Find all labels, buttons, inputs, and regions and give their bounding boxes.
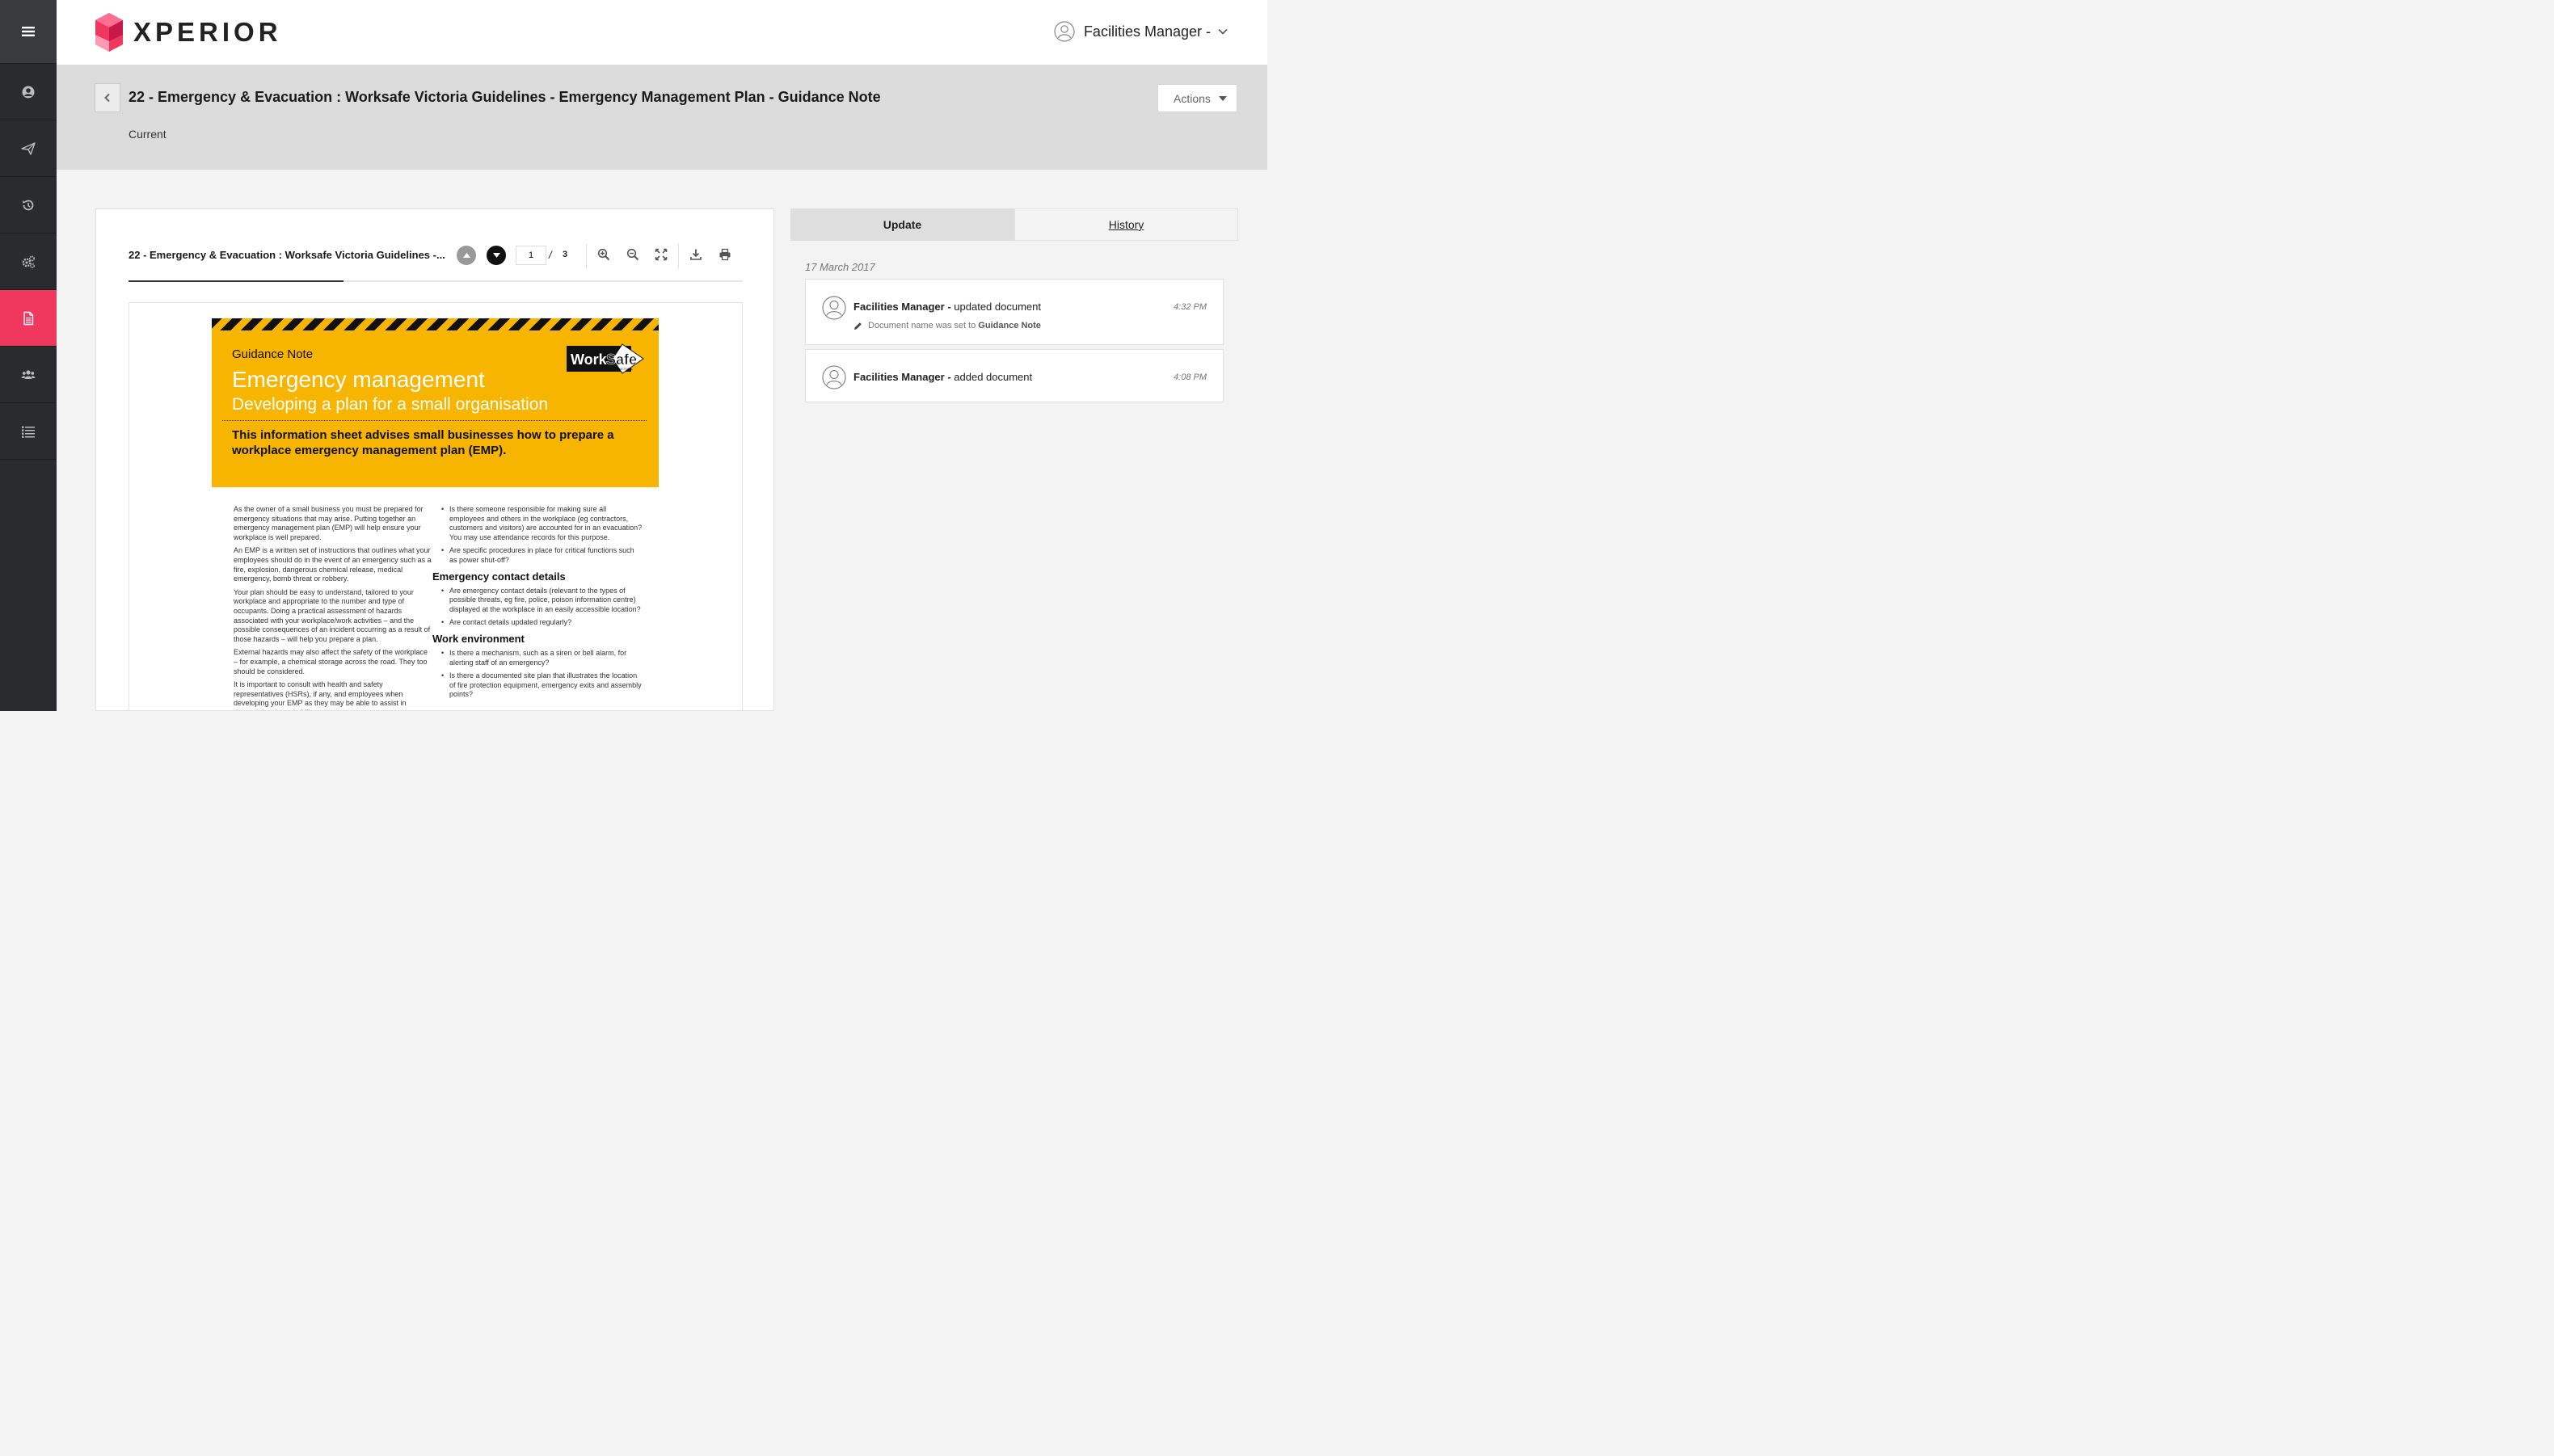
sidebar-item-people[interactable] — [0, 347, 57, 403]
history-detail-value: Guidance Note — [978, 321, 1041, 330]
document-viewer: 22 - Emergency & Evacuation : Worksafe V… — [95, 208, 774, 711]
brand-name: XPERIOR — [133, 17, 282, 47]
document-label: Guidance Note — [232, 347, 314, 361]
svg-text:Work: Work — [571, 351, 608, 368]
sidebar-item-history[interactable] — [0, 177, 57, 234]
document-intro: This information sheet advises small bus… — [232, 428, 614, 457]
user-avatar-icon — [822, 296, 846, 320]
document-banner: Guidance Note Emergency management Devel… — [212, 318, 659, 487]
history-user[interactable]: Facilities Manager - — [853, 301, 951, 313]
hazard-stripe — [212, 318, 659, 330]
document-paragraph: As the owner of a small business you mus… — [234, 505, 424, 541]
banner-divider — [222, 420, 647, 421]
top-bar: XPERIOR Facilities Manager - — [57, 0, 1267, 65]
section-heading-environment: Work environment — [432, 632, 525, 645]
zoom-out-icon[interactable] — [626, 248, 639, 261]
page-number-input[interactable] — [516, 246, 546, 265]
page-separator: / — [549, 249, 552, 261]
download-icon[interactable] — [689, 248, 702, 261]
document-status: Current — [129, 128, 166, 141]
history-date: 17 March 2017 — [805, 261, 875, 273]
document-left-column: As the owner of a small business you mus… — [234, 505, 432, 710]
zoom-in-icon[interactable] — [597, 248, 610, 261]
document-paragraph: It is important to consult with health a… — [234, 680, 407, 710]
history-user[interactable]: Facilities Manager - — [853, 371, 951, 383]
user-circle-icon — [22, 86, 35, 98]
user-menu[interactable]: Facilities Manager - — [1054, 21, 1229, 42]
history-icon — [23, 200, 34, 210]
sidebar-item-menu[interactable] — [0, 0, 57, 64]
chevron-down-icon — [1218, 28, 1228, 35]
panel-tabs: Update History — [790, 208, 1238, 241]
fullscreen-icon[interactable] — [655, 248, 668, 261]
document-bullet: Are contact details updated regularly? — [440, 618, 643, 628]
history-entry: Facilities Manager - updated document 4:… — [805, 279, 1224, 345]
previous-page-button[interactable] — [457, 246, 476, 265]
document-subheading: Developing a plan for a small organisati… — [232, 395, 549, 414]
history-entry-text: Facilities Manager - updated document — [853, 301, 1041, 313]
document-heading: Emergency management — [232, 367, 485, 392]
user-name: Facilities Manager - — [1083, 23, 1211, 40]
viewer-toolbar: 22 - Emergency & Evacuation : Worksafe V… — [129, 209, 743, 282]
history-time: 4:08 PM — [1174, 372, 1207, 382]
activity-panel: Update History 17 March 2017 Facilities … — [790, 208, 1238, 711]
document-bullet: Is there a mechanism, such as a siren or… — [440, 649, 643, 667]
gears-icon — [22, 255, 36, 268]
sidebar — [0, 0, 57, 711]
svg-text:VICTORIA: VICTORIA — [619, 368, 633, 371]
page-title: 22 - Emergency & Evacuation : Worksafe V… — [129, 89, 881, 105]
document-bullet: Is there a documented site plan that ill… — [440, 671, 643, 700]
tab-history[interactable]: History — [1014, 208, 1238, 241]
section-heading-contact: Emergency contact details — [432, 570, 566, 583]
hamburger-menu-icon — [22, 27, 35, 36]
user-avatar-icon — [1054, 21, 1075, 42]
brand-logo[interactable]: XPERIOR — [95, 12, 282, 53]
paper-plane-icon — [21, 141, 36, 155]
document-bullet: Are emergency contact details (relevant … — [440, 587, 643, 615]
svg-text:Safe: Safe — [606, 351, 637, 368]
history-entry-text: Facilities Manager - added document — [853, 371, 1032, 383]
worksafe-logo: Work Safe VICTORIA — [567, 343, 644, 374]
document-bullet: Are specific procedures in place for cri… — [440, 546, 643, 565]
user-avatar-icon — [822, 365, 846, 389]
pencil-icon — [854, 322, 862, 330]
sidebar-item-send[interactable] — [0, 120, 57, 177]
document-page: Guidance Note Emergency management Devel… — [129, 302, 743, 710]
sidebar-item-settings[interactable] — [0, 234, 57, 290]
actions-label: Actions — [1174, 91, 1211, 105]
document-paragraph: An EMP is a written set of instructions … — [234, 546, 432, 583]
print-icon[interactable] — [719, 248, 731, 261]
caret-down-icon — [492, 253, 500, 258]
list-icon — [22, 426, 35, 438]
document-paragraph: External hazards may also affect the saf… — [234, 648, 428, 675]
toolbar-divider — [586, 243, 587, 269]
sidebar-item-documents[interactable] — [0, 290, 57, 347]
page-progress-bar — [129, 280, 343, 282]
back-button[interactable] — [95, 83, 120, 112]
document-right-column: Is there someone responsible for making … — [432, 505, 643, 704]
history-action: added document — [954, 371, 1033, 383]
total-pages: 3 — [563, 250, 568, 259]
document-icon — [23, 311, 34, 325]
history-entry: Facilities Manager - added document 4:08… — [805, 349, 1224, 402]
document-paragraph: Your plan should be easy to understand, … — [234, 587, 431, 643]
caret-up-icon — [462, 253, 470, 258]
history-time: 4:32 PM — [1174, 302, 1207, 312]
tab-update[interactable]: Update — [790, 208, 1014, 241]
document-bullet: Is there someone responsible for making … — [440, 505, 643, 542]
actions-dropdown[interactable]: Actions — [1157, 84, 1237, 112]
next-page-button[interactable] — [487, 246, 506, 265]
page-header: 22 - Emergency & Evacuation : Worksafe V… — [57, 65, 1267, 170]
history-action: updated document — [954, 301, 1041, 313]
chevron-left-icon — [104, 93, 110, 103]
xperior-logo-icon — [95, 13, 123, 52]
history-detail: Document name was set to Guidance Note — [853, 321, 1041, 330]
users-icon — [21, 369, 36, 379]
history-detail-prefix: Document name was set to — [868, 321, 976, 330]
toolbar-divider — [678, 243, 679, 269]
sidebar-item-profile[interactable] — [0, 64, 57, 120]
viewer-document-title: 22 - Emergency & Evacuation : Worksafe V… — [129, 249, 445, 261]
caret-down-icon — [1219, 95, 1227, 101]
sidebar-item-list[interactable] — [0, 403, 57, 460]
